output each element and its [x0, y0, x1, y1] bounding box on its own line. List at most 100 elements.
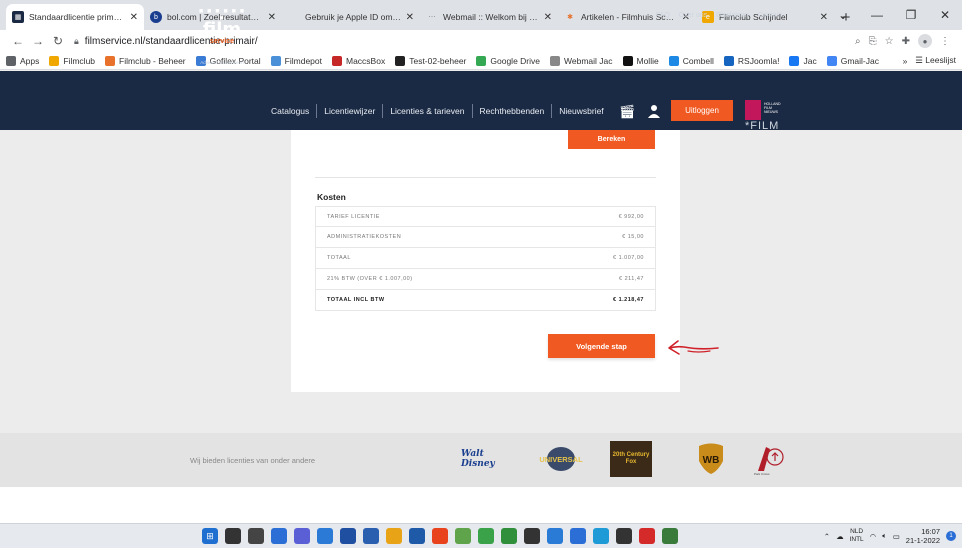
forward-icon[interactable]: →: [28, 34, 48, 48]
nav-licentiewijzer[interactable]: Licentiewijzer: [317, 104, 384, 118]
maximize-button[interactable]: ❐: [894, 8, 928, 22]
bookmark-icon: [723, 55, 734, 66]
bookmark-mollie[interactable]: Mollie: [622, 55, 659, 66]
notepad-icon[interactable]: [363, 528, 379, 544]
tab-search-icon[interactable]: ⌄: [826, 8, 860, 22]
clock[interactable]: 16:07 21-1-2022: [906, 527, 940, 545]
logout-button[interactable]: Uitloggen: [671, 100, 733, 121]
universal-logo: UNIVERSAL: [534, 441, 588, 477]
bookmark-maccsbox[interactable]: MaccsBox: [332, 55, 385, 66]
bookmark-filmdepot[interactable]: Filmdepot: [270, 55, 322, 66]
bookmark-webmail-jac[interactable]: Webmail Jac: [550, 55, 613, 66]
top-link-over-ons[interactable]: Over ons: [679, 12, 707, 19]
nav-nieuwsbrief[interactable]: Nieuwsbrief: [552, 104, 610, 118]
calculate-button[interactable]: Bereken: [568, 130, 655, 149]
extensions-icon[interactable]: ✚: [902, 36, 910, 47]
close-tab-icon[interactable]: ✕: [406, 12, 414, 23]
cost-row: TOTAAL € 1.007,00: [315, 248, 656, 269]
costs-table: TARIEF LICENTIE € 992,00 ADMINISTRATIEKO…: [315, 206, 656, 311]
windows-start-icon[interactable]: ⊞: [202, 528, 218, 544]
bookmark-icon: [270, 55, 281, 66]
close-tab-icon[interactable]: ✕: [130, 12, 138, 23]
zoom-icon[interactable]: ⌕: [855, 36, 861, 47]
site-header: [0, 71, 962, 130]
film-brand-logo[interactable]: HOLLAND FILM NIEUWS *FILM: [745, 100, 785, 132]
photos-icon[interactable]: [478, 528, 494, 544]
nav-licenties-tarieven[interactable]: Licenties & tarieven: [383, 104, 473, 118]
bookmark-icon: [476, 55, 487, 66]
notification-badge[interactable]: 1: [946, 531, 956, 541]
minimize-button[interactable]: —: [860, 8, 894, 22]
lock-icon: 🔒︎: [74, 35, 79, 46]
bookmark-icon: [789, 55, 800, 66]
explorer-icon[interactable]: [386, 528, 402, 544]
tray-chevron-icon[interactable]: ⌃: [824, 532, 830, 541]
bookmark-filmclub-beheer[interactable]: Filmclub - Beheer: [105, 55, 186, 66]
filmservice-favicon-icon: ▦: [12, 11, 24, 23]
window-controls: ⌄ — ❐ ✕: [826, 0, 962, 30]
cost-row: ADMINISTRATIEKOSTEN € 15,00: [315, 227, 656, 248]
top-link-contact[interactable]: Contact: [758, 12, 782, 19]
star-icon[interactable]: ☆: [885, 36, 894, 47]
profile-avatar-icon[interactable]: ●: [918, 34, 932, 48]
battery-icon[interactable]: ▭: [893, 532, 900, 541]
bol-favicon-icon: b: [150, 11, 162, 23]
search-icon[interactable]: [225, 528, 241, 544]
tab-webmail[interactable]: ⋯ Webmail :: Welkom bij Web ✕: [420, 4, 558, 30]
calculator-icon[interactable]: [593, 528, 609, 544]
reading-list-button[interactable]: ☰ Leeslijst: [915, 55, 956, 66]
nav-catalogus[interactable]: Catalogus: [264, 104, 318, 118]
widgets-icon[interactable]: [271, 528, 287, 544]
chrome-icon[interactable]: [455, 528, 471, 544]
close-tab-icon[interactable]: ✕: [544, 12, 552, 23]
menu-icon[interactable]: ⋮: [940, 36, 950, 47]
next-step-button[interactable]: Volgende stap: [548, 334, 655, 358]
bookmark-test-02-beheer[interactable]: Test-02-beheer: [395, 55, 466, 66]
filmservice-logo[interactable]: ■ ■ ■ ■ ■ ■ ■ film service ■ ■ ■ ■ ■ ■ ■…: [198, 8, 246, 66]
chat-icon[interactable]: [294, 528, 310, 544]
user-icon[interactable]: [648, 104, 660, 121]
store-icon[interactable]: [340, 528, 356, 544]
tab-standaardlicentie[interactable]: ▦ Standaardlicentie primair - ✕: [6, 4, 144, 30]
joomla-favicon-icon: ✱: [567, 14, 573, 21]
clapperboard-icon[interactable]: 🎬︎: [619, 104, 636, 120]
close-window-button[interactable]: ✕: [928, 8, 962, 22]
url-field[interactable]: 🔒︎ filmservice.nl/standaardlicentie-prim…: [74, 32, 855, 50]
filezilla-icon[interactable]: [639, 528, 655, 544]
todo-icon[interactable]: [317, 528, 333, 544]
bookmark-google-drive[interactable]: Google Drive: [476, 55, 540, 66]
top-nav: FAQ Over ons Disclaimer Contact: [656, 12, 782, 19]
bookmark-apps[interactable]: Apps: [6, 55, 39, 66]
terminal-icon[interactable]: [616, 528, 632, 544]
share-icon[interactable]: ⎘: [869, 36, 877, 47]
close-tab-icon[interactable]: ✕: [268, 12, 276, 23]
address-bar: ← → ↻ 🔒︎ filmservice.nl/standaardlicenti…: [0, 30, 962, 52]
bookmark-jac[interactable]: Jac: [789, 55, 817, 66]
bookmark-combell[interactable]: Combell: [668, 55, 714, 66]
mail-icon[interactable]: [409, 528, 425, 544]
office-icon[interactable]: [432, 528, 448, 544]
outlook-icon[interactable]: [524, 528, 540, 544]
more-bookmarks-icon[interactable]: »: [903, 56, 908, 66]
nav-rechthebbenden[interactable]: Rechthebbenden: [473, 104, 553, 118]
tab-apple-id[interactable]: Gebruik je Apple ID om in te ✕: [282, 4, 420, 30]
cloud-icon[interactable]: ☁: [836, 532, 844, 541]
wifi-icon[interactable]: ◠: [870, 532, 877, 541]
bookmark-rsjoomla-[interactable]: RSJoomla!: [723, 55, 779, 66]
calendar-icon[interactable]: [570, 528, 586, 544]
top-link-disclaimer[interactable]: Disclaimer: [716, 12, 749, 19]
back-icon[interactable]: ←: [8, 34, 28, 48]
excel-icon[interactable]: [501, 528, 517, 544]
language-indicator[interactable]: NLD INTL: [850, 528, 864, 544]
system-tray: ⌃ ☁ NLD INTL ◠ 🔈︎ ▭ 16:07 21-1-2022 1: [824, 527, 956, 545]
costs-title: Kosten: [317, 192, 346, 202]
main-nav: Catalogus Licentiewijzer Licenties & tar…: [264, 104, 611, 118]
security-icon[interactable]: [662, 528, 678, 544]
reload-icon[interactable]: ↻: [48, 34, 68, 48]
task-view-icon[interactable]: [248, 528, 264, 544]
word-icon[interactable]: [547, 528, 563, 544]
volume-icon[interactable]: 🔈︎: [882, 531, 887, 541]
top-link-faq[interactable]: FAQ: [656, 12, 670, 19]
bookmark-gmail-jac[interactable]: Gmail-Jac: [826, 55, 879, 66]
bookmark-filmclub[interactable]: Filmclub: [49, 55, 95, 66]
